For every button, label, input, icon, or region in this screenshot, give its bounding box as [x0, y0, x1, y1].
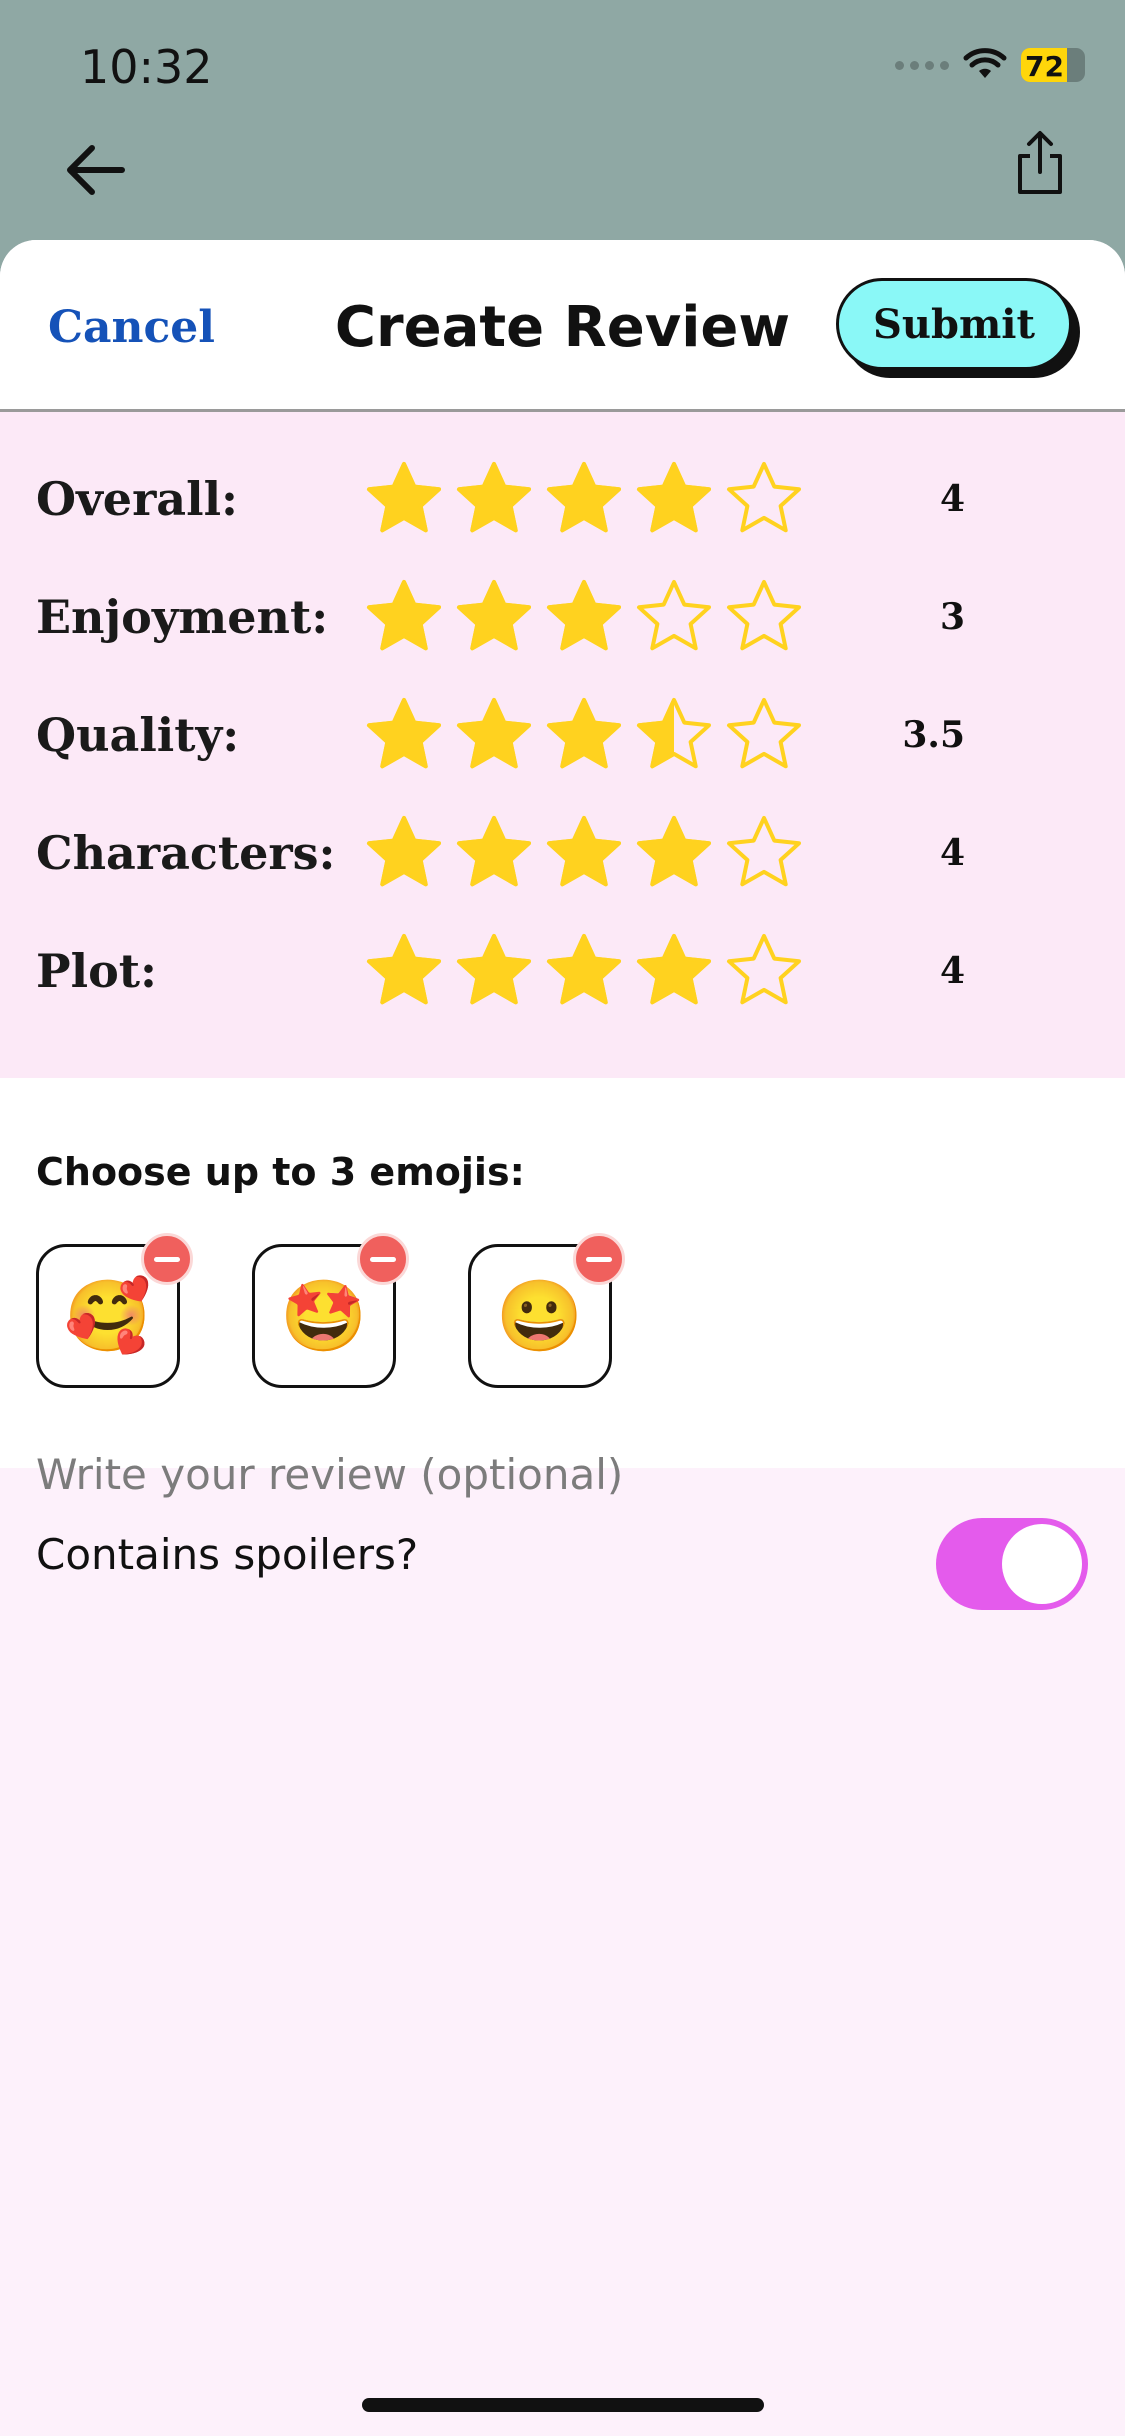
create-review-sheet: Cancel Create Review Submit Overall: 4 E…: [0, 240, 1125, 2436]
rating-label: Characters:: [36, 826, 336, 880]
battery-percent: 72: [1025, 50, 1064, 83]
back-arrow-icon[interactable]: [60, 140, 130, 200]
star-rating[interactable]: [364, 931, 804, 1011]
star-full-icon[interactable]: [364, 695, 444, 775]
rating-row-plot: Plot: 4: [0, 912, 1125, 1030]
star-empty-icon[interactable]: [724, 577, 804, 657]
emoji-section: Choose up to 3 emojis: 🥰 🤩 😀: [0, 1078, 1125, 1468]
star-full-icon[interactable]: [544, 459, 624, 539]
rating-value: 4: [939, 478, 965, 520]
star-rating[interactable]: [364, 813, 804, 893]
star-full-icon[interactable]: [454, 695, 534, 775]
star-half-icon[interactable]: [634, 695, 714, 775]
star-full-icon[interactable]: [634, 931, 714, 1011]
emoji-grinning: 😀: [496, 1277, 584, 1355]
star-full-icon[interactable]: [454, 459, 534, 539]
rating-row-characters: Characters: 4: [0, 794, 1125, 912]
rating-label: Enjoyment:: [36, 590, 329, 644]
star-empty-icon[interactable]: [634, 577, 714, 657]
star-rating[interactable]: [364, 459, 804, 539]
home-indicator: [362, 2398, 764, 2412]
rating-label: Plot:: [36, 944, 157, 998]
star-full-icon[interactable]: [364, 813, 444, 893]
star-full-icon[interactable]: [544, 577, 624, 657]
star-full-icon[interactable]: [364, 931, 444, 1011]
status-indicators: 72: [895, 48, 1085, 83]
star-rating[interactable]: [364, 695, 804, 775]
ratings-section: Overall: 4 Enjoyment: 3 Quality: 3.5 Cha…: [0, 412, 1125, 1078]
submit-button-wrapper[interactable]: Submit: [836, 278, 1080, 378]
star-full-icon[interactable]: [544, 813, 624, 893]
submit-button[interactable]: Submit: [836, 278, 1072, 370]
rating-row-overall: Overall: 4: [0, 440, 1125, 558]
star-full-icon[interactable]: [634, 813, 714, 893]
remove-emoji-button[interactable]: [141, 1233, 193, 1285]
rating-label: Overall:: [36, 472, 239, 526]
rating-value: 3.5: [902, 714, 965, 756]
battery-icon: 72: [1021, 48, 1085, 83]
star-full-icon[interactable]: [364, 577, 444, 657]
star-full-icon[interactable]: [544, 695, 624, 775]
rating-row-enjoyment: Enjoyment: 3: [0, 558, 1125, 676]
minus-icon: [586, 1256, 612, 1262]
rating-label: Quality:: [36, 708, 240, 762]
star-full-icon[interactable]: [454, 813, 534, 893]
star-empty-icon[interactable]: [724, 695, 804, 775]
star-full-icon[interactable]: [634, 459, 714, 539]
minus-icon: [154, 1256, 180, 1262]
star-full-icon[interactable]: [364, 459, 444, 539]
star-full-icon[interactable]: [454, 931, 534, 1011]
share-icon[interactable]: [1010, 128, 1070, 198]
sheet-header: Cancel Create Review Submit: [0, 240, 1125, 412]
wifi-icon: [963, 48, 1007, 78]
emoji-slot[interactable]: 😀: [468, 1233, 625, 1388]
rating-row-quality: Quality: 3.5: [0, 676, 1125, 794]
star-empty-icon[interactable]: [724, 931, 804, 1011]
emoji-star-struck: 🤩: [280, 1277, 368, 1355]
cellular-signal-icon: [895, 60, 949, 70]
star-empty-icon[interactable]: [724, 459, 804, 539]
star-full-icon[interactable]: [454, 577, 534, 657]
rating-value: 4: [939, 832, 965, 874]
emoji-section-title: Choose up to 3 emojis:: [36, 1150, 525, 1194]
star-full-icon[interactable]: [544, 931, 624, 1011]
star-empty-icon[interactable]: [724, 813, 804, 893]
minus-icon: [370, 1256, 396, 1262]
status-time: 10:32: [80, 40, 213, 94]
star-rating[interactable]: [364, 577, 804, 657]
remove-emoji-button[interactable]: [573, 1233, 625, 1285]
rating-value: 3: [939, 596, 965, 638]
emoji-slot[interactable]: 🤩: [252, 1233, 409, 1388]
emoji-slot[interactable]: 🥰: [36, 1233, 193, 1388]
emoji-smiling-hearts: 🥰: [64, 1277, 152, 1355]
remove-emoji-button[interactable]: [357, 1233, 409, 1285]
rating-value: 4: [939, 950, 965, 992]
review-text-input[interactable]: [36, 1450, 1086, 2050]
